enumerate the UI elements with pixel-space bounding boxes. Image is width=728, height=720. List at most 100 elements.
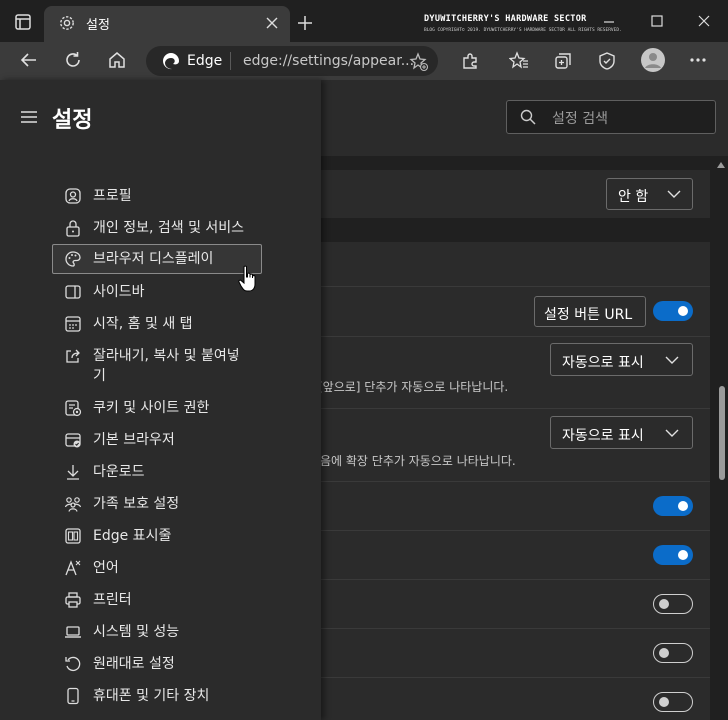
palette-icon [64, 250, 82, 268]
phone-icon [64, 687, 82, 705]
watermark-title: DYUWITCHERRY'S HARDWARE SECTOR [424, 14, 587, 24]
search-placeholder: 설정 검색 [552, 111, 608, 127]
sidebar-item-label: 개인 정보, 검색 및 서비스 [93, 220, 245, 236]
address-brand: Edge [187, 53, 223, 69]
search-icon [520, 109, 536, 125]
download-icon [64, 463, 82, 481]
home-icon[interactable] [107, 50, 127, 70]
forward-button-dropdown[interactable]: 자동으로 표시 [550, 343, 693, 376]
sidebar-item-label: 쿠키 및 사이트 권한 [93, 400, 210, 416]
toggle-5[interactable] [653, 643, 693, 663]
more-options-icon[interactable] [690, 58, 706, 62]
start-home-icon [64, 315, 82, 333]
extensions-dropdown-value: 자동으로 표시 [562, 428, 644, 444]
sidebar-item-label: Edge 표시줄 [93, 528, 172, 544]
lock-icon [64, 219, 82, 237]
divider [320, 336, 710, 337]
avatar[interactable] [641, 48, 665, 72]
new-tab-icon[interactable] [297, 15, 313, 31]
edge-logo-icon [161, 51, 181, 71]
default-browser-icon [64, 431, 82, 449]
sidebar-item-label-continued: 기 [93, 368, 106, 384]
family-icon [64, 495, 82, 513]
divider [320, 677, 710, 678]
sidebar-item-edge-bar[interactable]: Edge 표시줄 [52, 521, 262, 551]
sidebar-item-label: 기본 브라우저 [93, 432, 175, 448]
chevron-down-icon [665, 428, 679, 438]
sidebar-title: 설정 [52, 108, 93, 133]
chevron-down-icon [665, 355, 679, 365]
extensions-button-dropdown[interactable]: 자동으로 표시 [550, 416, 693, 449]
watermark-subtitle: BLOG COPYRIGHT© 2019. DYUWITCHERRY'S HAR… [424, 28, 622, 33]
sidebar-item-label: 휴대폰 및 기타 장치 [93, 688, 210, 704]
hand-cursor-icon [238, 265, 258, 293]
sidebar-item-label: 원래대로 설정 [93, 656, 175, 672]
sidebar-item-privacy[interactable]: 개인 정보, 검색 및 서비스 [52, 213, 262, 243]
settings-button-url-label: 설정 버튼 URL [544, 307, 633, 323]
printer-icon [64, 591, 82, 609]
chevron-down-icon [667, 189, 681, 199]
toggle-4[interactable] [653, 594, 693, 614]
toggle-1[interactable] [653, 301, 693, 321]
extensions-icon[interactable] [460, 51, 480, 71]
tab-actions-icon[interactable] [14, 13, 32, 31]
sidebar-item-downloads[interactable]: 다운로드 [52, 457, 262, 487]
toggle-2[interactable] [653, 496, 693, 516]
language-icon [64, 559, 82, 577]
sidebar-item-profile[interactable]: 프로필 [52, 181, 262, 211]
sidebar-item-system[interactable]: 시스템 및 성능 [52, 617, 262, 647]
gear-icon [58, 14, 76, 32]
collections-icon[interactable] [553, 51, 573, 71]
divider [320, 530, 710, 531]
settings-button-url[interactable]: 설정 버튼 URL [534, 296, 646, 327]
sidebar-item-default-browser[interactable]: 기본 브라우저 [52, 425, 262, 455]
toggle-3[interactable] [653, 545, 693, 565]
sidebar-item-appearance[interactable]: 브라우저 디스플레이 [52, 244, 262, 274]
system-icon [64, 623, 82, 641]
sidebar-item-label: 다운로드 [93, 464, 145, 480]
profile-icon [64, 187, 82, 205]
scroll-up-icon[interactable] [717, 162, 725, 168]
sidebar-item-family[interactable]: 가족 보호 설정 [52, 489, 262, 519]
sidebar-item-label: 시스템 및 성능 [93, 624, 180, 640]
sidebar-item-reset[interactable]: 원래대로 설정 [52, 649, 262, 679]
refresh-icon[interactable] [63, 50, 83, 70]
close-tab-icon[interactable] [266, 17, 278, 29]
reset-icon [64, 655, 82, 673]
sidebar-item-label: 프린터 [93, 592, 132, 608]
sidebar-item-language[interactable]: 언어 [52, 553, 262, 583]
back-icon[interactable] [19, 50, 39, 70]
sidebar-item-share-copy-paste[interactable]: 잘라내기, 복사 및 붙여넣 기 [52, 341, 262, 389]
toggle-6[interactable] [653, 692, 693, 712]
favorites-icon[interactable] [509, 51, 529, 71]
address-separator [230, 52, 231, 70]
sidebar-item-sidebar[interactable]: 사이드바 [52, 277, 262, 307]
address-url[interactable]: edge://settings/appear... [243, 53, 414, 69]
hamburger-menu-icon[interactable] [18, 106, 40, 128]
sidebar-item-label: 브라우저 디스플레이 [93, 251, 214, 267]
minimize-icon[interactable] [603, 16, 615, 28]
close-window-icon[interactable] [698, 15, 710, 27]
sidebar-item-cookies[interactable]: 쿠키 및 사이트 권한 [52, 393, 262, 423]
cookie-icon [64, 399, 82, 417]
settings-search-input[interactable] [506, 100, 716, 134]
sidebar-item-label: 가족 보호 설정 [93, 496, 180, 512]
share-icon [64, 347, 82, 365]
divider [320, 481, 710, 482]
scroll-thumb[interactable] [719, 386, 725, 480]
sidebar-item-printers[interactable]: 프린터 [52, 585, 262, 615]
theme-dropdown[interactable]: 안 함 [606, 178, 693, 210]
sidebar-item-label: 프로필 [93, 188, 132, 204]
sidebar-icon [64, 283, 82, 301]
sidebar-item-start-home[interactable]: 시작, 홈 및 새 탭 [52, 309, 262, 339]
divider [320, 628, 710, 629]
add-favorite-icon[interactable] [409, 52, 429, 72]
maximize-icon[interactable] [651, 15, 663, 27]
performance-icon[interactable] [597, 51, 617, 71]
divider [320, 408, 710, 409]
sidebar-item-label: 언어 [93, 560, 119, 576]
tab-title: 설정 [86, 18, 110, 33]
sidebar-item-phone[interactable]: 휴대폰 및 기타 장치 [52, 681, 262, 711]
browser-tab[interactable] [44, 6, 290, 42]
theme-dropdown-value: 안 함 [618, 189, 649, 205]
